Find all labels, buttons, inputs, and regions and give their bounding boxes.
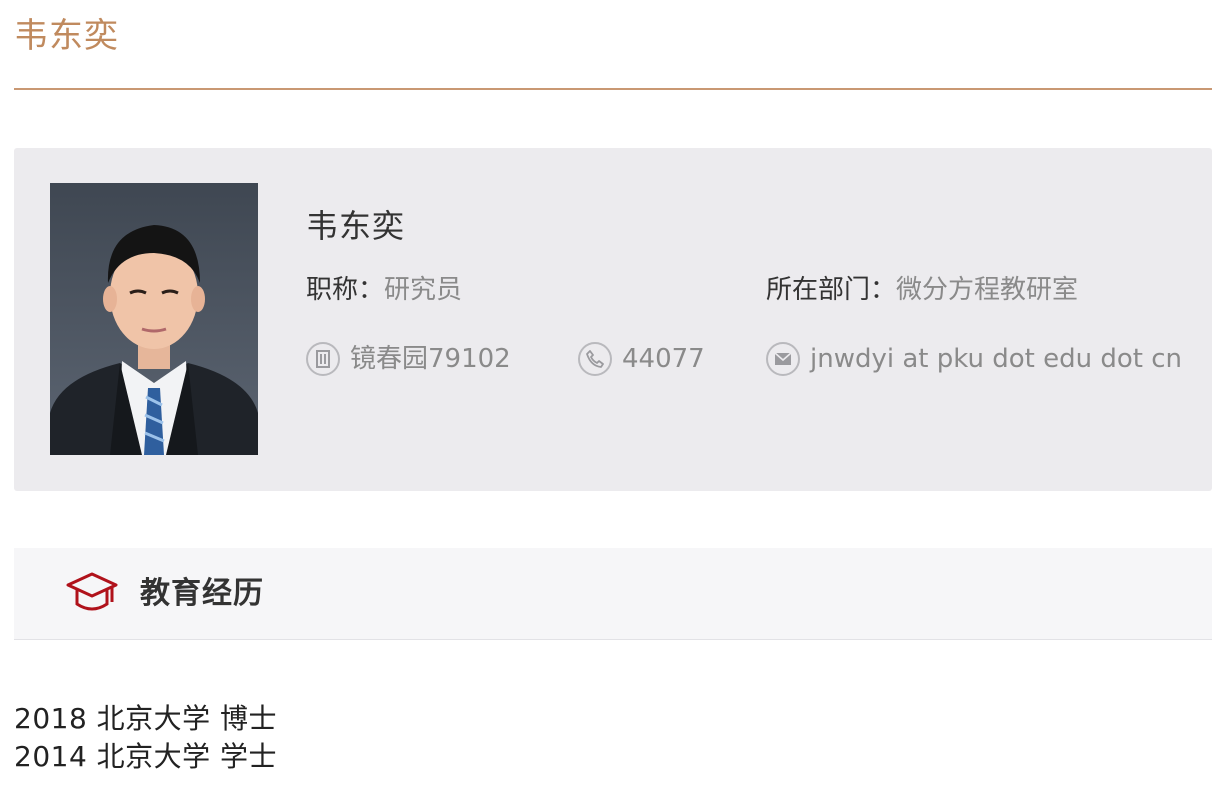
mail-icon	[766, 342, 800, 376]
title-value: 研究员	[384, 275, 463, 305]
office-contact: 镜春园79102	[306, 341, 511, 377]
education-item: 2014 北京大学 学士	[14, 740, 278, 773]
department-field: 所在部门：微分方程教研室	[766, 272, 1078, 308]
graduation-cap-icon	[66, 570, 118, 616]
department-label: 所在部门：	[766, 275, 897, 305]
office-text: 镜春园79102	[350, 344, 511, 374]
page-header: 韦东奕	[14, 12, 1212, 90]
profile-card: 韦东奕 职称：研究员 所在部门：微分方程教研室 镜春园79102 44077 j…	[14, 148, 1212, 491]
education-item: 2018 北京大学 博士	[14, 702, 278, 735]
phone-contact: 44077	[578, 341, 705, 377]
department-value: 微分方程教研室	[896, 275, 1079, 305]
phone-text: 44077	[622, 344, 705, 374]
education-section-header: 教育经历	[14, 548, 1212, 640]
profile-photo	[50, 183, 258, 455]
phone-icon	[578, 342, 612, 376]
header-divider	[14, 88, 1212, 90]
building-icon	[306, 342, 340, 376]
education-list: 2018 北京大学 博士 2014 北京大学 学士	[14, 700, 277, 776]
title-label: 职称：	[306, 275, 385, 305]
title-field: 职称：研究员	[306, 272, 462, 308]
email-text[interactable]: jnwdyi at pku dot edu dot cn	[810, 341, 1182, 377]
profile-name: 韦东奕	[306, 207, 406, 245]
email-contact[interactable]: jnwdyi at pku dot edu dot cn	[766, 341, 1182, 377]
page-title: 韦东奕	[14, 16, 119, 56]
education-heading: 教育经历	[140, 576, 264, 611]
